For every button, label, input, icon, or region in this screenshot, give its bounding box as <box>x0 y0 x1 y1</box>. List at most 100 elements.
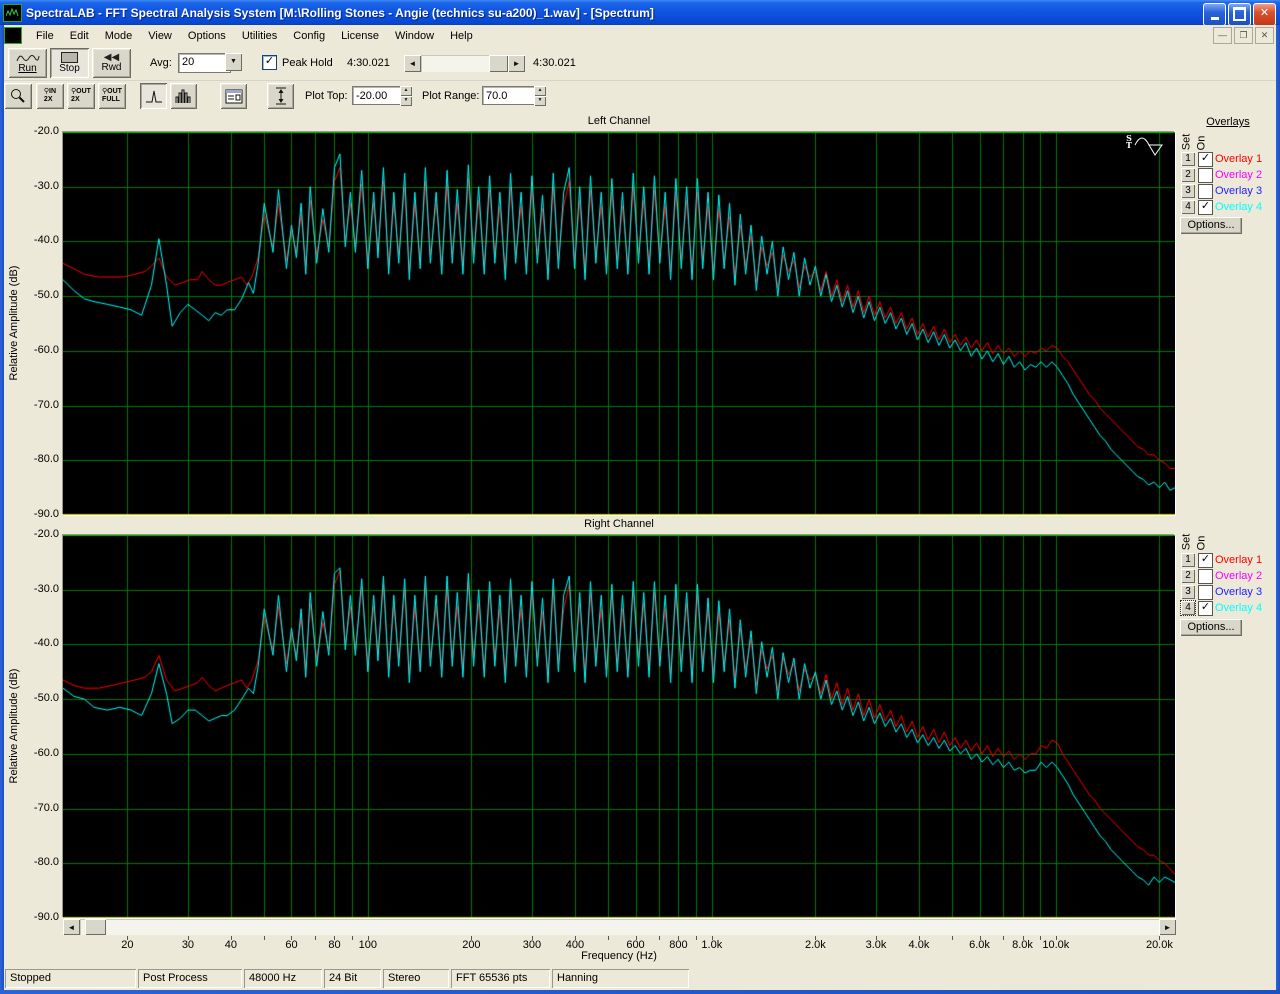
plot-top-spinner[interactable]: ▲ ▼ <box>400 86 412 106</box>
zoom-out-2x-button[interactable]: ⚲OUT 2X <box>67 83 95 109</box>
overlay-on-checkbox-2[interactable] <box>1198 569 1213 584</box>
menu-config[interactable]: Config <box>285 28 333 44</box>
zoom-in-2x-button[interactable]: ⚲IN 2X <box>36 83 64 109</box>
overlay-on-checkbox-3[interactable] <box>1198 184 1213 199</box>
y-axis-title: Relative Amplitude (dB) <box>8 668 20 783</box>
mdi-minimize-icon[interactable]: — <box>1213 27 1232 44</box>
hscroll-track[interactable] <box>80 919 1159 935</box>
overlay-set-button-2[interactable]: 2 <box>1181 569 1195 583</box>
overlay-on-checkbox-2[interactable] <box>1198 168 1213 183</box>
window-border-right <box>1276 25 1280 994</box>
spectralab-st-logo-icon: ST <box>1126 134 1164 157</box>
seek-right-arrow[interactable]: ► <box>508 55 525 72</box>
run-button[interactable]: Run <box>8 48 47 78</box>
overlay-options-button[interactable]: Options... <box>1180 619 1242 636</box>
document-icon <box>4 27 22 44</box>
set-column-label: Set <box>1180 133 1193 151</box>
spectrum-plot-left[interactable] <box>63 132 1175 515</box>
menu-help[interactable]: Help <box>442 28 481 44</box>
plot-range-input[interactable] <box>482 86 536 105</box>
y-tick-label: -90.0 <box>33 911 59 923</box>
seek-track[interactable] <box>421 55 489 72</box>
overlay-options-button[interactable]: Options... <box>1180 217 1242 234</box>
overlay-set-button-3[interactable]: 3 <box>1181 585 1195 599</box>
restore-button[interactable] <box>1228 3 1251 26</box>
y-tick-label: -50.0 <box>33 692 59 705</box>
spin-down-icon[interactable]: ▼ <box>534 96 546 106</box>
mdi-restore-icon[interactable]: ❐ <box>1234 27 1253 44</box>
x-tick-mark <box>315 936 316 940</box>
spectrum-plot-right[interactable] <box>63 535 1175 918</box>
overlay-label-1: Overlay 1 <box>1215 554 1263 566</box>
display-options-button[interactable] <box>220 83 247 109</box>
seek-thumb[interactable] <box>489 55 508 72</box>
app-icon <box>3 3 22 22</box>
overlay-label-3: Overlay 3 <box>1215 185 1263 197</box>
y-tick-label: -80.0 <box>33 856 59 869</box>
seek-left-arrow[interactable]: ◄ <box>404 55 421 72</box>
overlay-set-button-3[interactable]: 3 <box>1181 184 1195 198</box>
on-column-label: On <box>1195 135 1208 151</box>
y-tick-label: -30.0 <box>33 582 59 595</box>
spin-up-icon[interactable]: ▲ <box>400 86 412 96</box>
overlay-on-checkbox-1[interactable]: ✓ <box>1198 152 1213 167</box>
menu-window[interactable]: Window <box>387 28 442 44</box>
stop-button[interactable]: Stop <box>50 48 89 78</box>
overlay-set-button-1[interactable]: 1 <box>1181 553 1195 567</box>
spin-up-icon[interactable]: ▲ <box>534 86 546 96</box>
plot-range-spinner[interactable]: ▲ ▼ <box>534 86 546 106</box>
menu-utilities[interactable]: Utilities <box>234 28 285 44</box>
overlay-on-checkbox-1[interactable]: ✓ <box>1198 553 1213 568</box>
overlay-label-4: Overlay 4 <box>1215 201 1263 213</box>
status-panel-1: Post Process <box>138 969 242 988</box>
plot-top-input[interactable] <box>352 86 402 105</box>
bar-plot-mode-button[interactable] <box>170 83 197 109</box>
menu-view[interactable]: View <box>140 28 180 44</box>
menu-mode[interactable]: Mode <box>97 28 141 44</box>
zoom-out-full-button[interactable]: ⚲OUT FULL <box>98 83 126 109</box>
overlay-set-button-4[interactable]: 4 <box>1181 200 1195 214</box>
y-tick-label: -70.0 <box>33 398 59 411</box>
overlay-label-2: Overlay 2 <box>1215 169 1263 181</box>
rewind-button[interactable]: ◀◀ Rwd <box>92 48 131 78</box>
x-tick-mark <box>1003 936 1004 940</box>
hscroll-right-arrow[interactable]: ► <box>1159 919 1176 935</box>
overlay-on-checkbox-3[interactable] <box>1198 585 1213 600</box>
status-panel-0: Stopped <box>5 969 136 988</box>
close-button[interactable]: ✕ <box>1253 3 1276 26</box>
zoom-select-button[interactable] <box>4 83 32 109</box>
hscroll-thumb[interactable] <box>85 919 106 935</box>
peak-hold-checkbox[interactable]: ✓ <box>262 55 277 70</box>
overlay-set-button-4[interactable]: 4 <box>1180 600 1196 616</box>
overlay-set-button-1[interactable]: 1 <box>1181 152 1195 166</box>
line-plot-mode-button[interactable] <box>140 83 167 109</box>
hscroll-left-arrow[interactable]: ◄ <box>63 919 80 935</box>
spectrum-view: Left Channel -20.0 -30.0 -40.0 -50.0 -60.0 -70… <box>0 112 1280 966</box>
overlay-on-checkbox-4[interactable]: ✓ <box>1198 601 1213 616</box>
chart-title-right: Right Channel <box>584 518 654 530</box>
x-tick-mark <box>696 936 697 940</box>
menu-options[interactable]: Options <box>180 28 234 44</box>
overlay-set-button-2[interactable]: 2 <box>1181 168 1195 182</box>
status-panel-3: 24 Bit <box>324 969 381 988</box>
window-border-left <box>0 25 4 994</box>
mdi-close-icon[interactable]: ✕ <box>1255 27 1274 44</box>
menu-file[interactable]: File <box>28 28 62 44</box>
avg-dropdown-icon[interactable]: ▼ <box>225 53 242 71</box>
menu-edit[interactable]: Edit <box>62 28 97 44</box>
rewind-icon: ◀◀ <box>103 52 120 63</box>
x-tick-mark <box>659 936 660 940</box>
vertical-range-icon <box>275 87 286 105</box>
overlay-on-checkbox-4[interactable]: ✓ <box>1198 200 1213 215</box>
y-tick-label: -80.0 <box>33 453 59 466</box>
status-panel-4: Stereo <box>383 969 449 988</box>
avg-combobox[interactable]: 20 <box>178 53 231 73</box>
vertical-scale-button[interactable] <box>267 83 294 109</box>
spin-down-icon[interactable]: ▼ <box>400 96 412 106</box>
spectra-logo-icon <box>6 7 19 17</box>
menu-license[interactable]: License <box>333 28 387 44</box>
status-panel-5: FFT 65536 pts <box>451 969 550 988</box>
avg-label: Avg: <box>150 57 172 69</box>
y-tick-label: -50.0 <box>33 289 59 302</box>
minimize-button[interactable] <box>1203 3 1226 26</box>
